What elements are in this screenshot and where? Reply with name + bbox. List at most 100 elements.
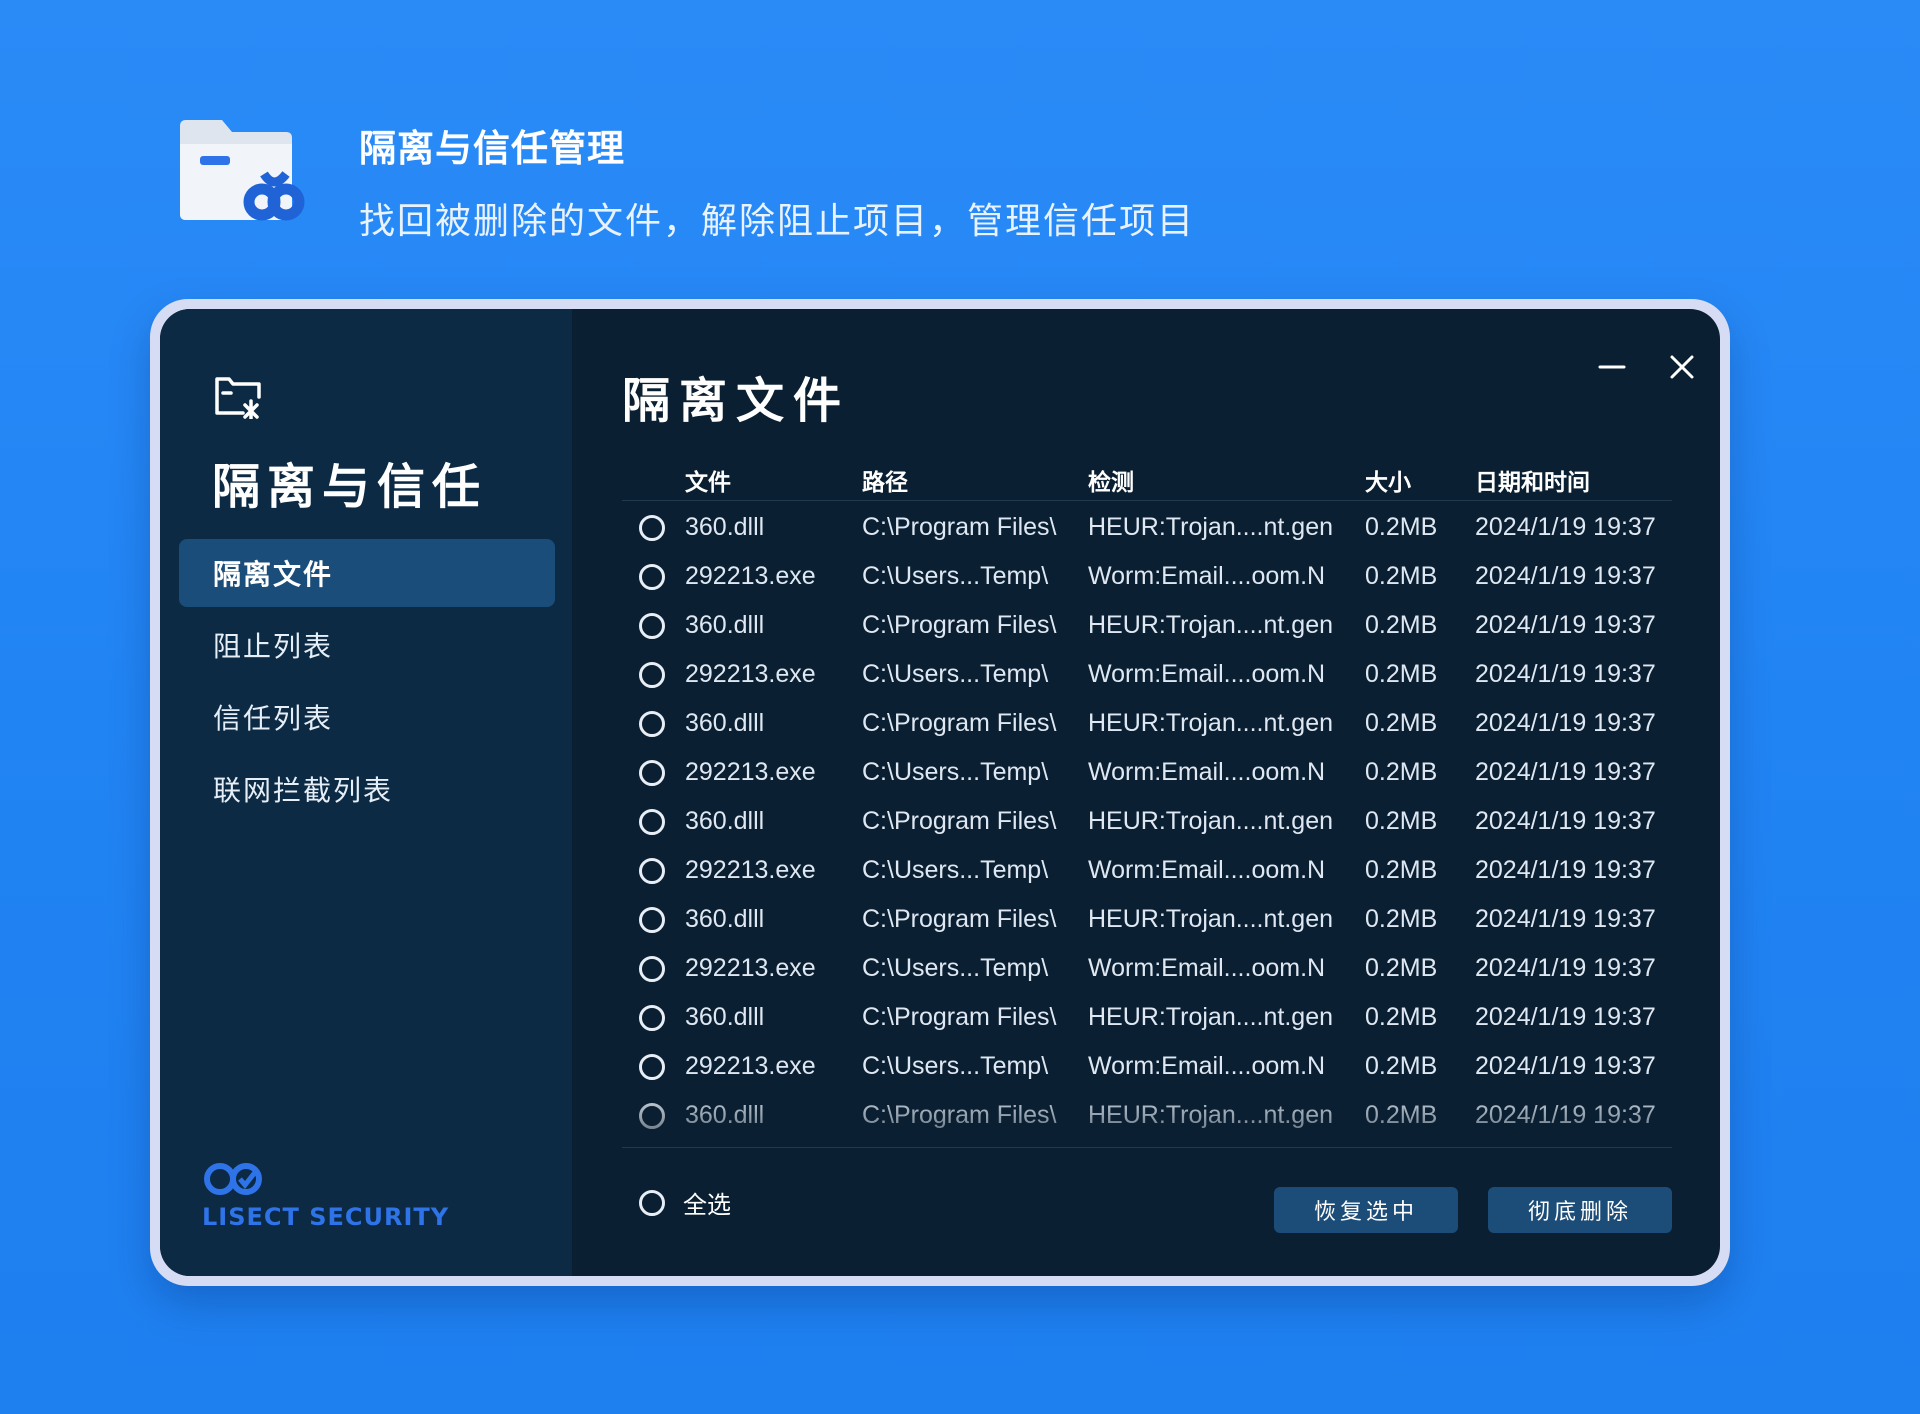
app-window-frame: 隔离与信任 隔离文件 阻止列表 信任列表 联网拦截列表 LISECT SECUR… [150, 299, 1730, 1286]
table-row[interactable]: 292213.exe C:\Users...Temp\ Worm:Email....… [622, 552, 1672, 601]
row-select-radio[interactable] [639, 514, 665, 541]
detection-datetime: 2024/1/19 19:37 [1475, 611, 1656, 639]
detection-name: HEUR:Trojan....nt.gen [1088, 1003, 1334, 1031]
row-select-radio[interactable] [639, 710, 665, 737]
sidebar-nav: 隔离文件 阻止列表 信任列表 联网拦截列表 [179, 539, 555, 826]
row-select-radio[interactable] [639, 857, 665, 884]
main-panel: 隔离文件 文件 路径 检测 大小 日期和时间 360.dlll C:\Progra… [572, 309, 1720, 1276]
column-header-detection: 检测 [1088, 468, 1134, 495]
detection-name: HEUR:Trojan....nt.gen [1088, 513, 1334, 541]
hero-title: 隔离与信任管理 [359, 128, 625, 169]
sidebar-item-network-block-list[interactable]: 联网拦截列表 [179, 754, 555, 823]
file-path: C:\Program Files\ [862, 611, 1057, 639]
table-row[interactable]: 360.dlll C:\Program Files\ HEUR:Trojan....… [622, 797, 1672, 846]
column-header-path: 路径 [862, 468, 908, 495]
sidebar-title: 隔离与信任 [212, 461, 488, 514]
file-path: C:\Program Files\ [862, 905, 1057, 933]
file-path: C:\Program Files\ [862, 1101, 1057, 1129]
close-icon[interactable] [1662, 347, 1702, 387]
table-row[interactable]: 292213.exe C:\Users...Temp\ Worm:Email....… [622, 748, 1672, 797]
table-row[interactable]: 360.dlll C:\Program Files\ HEUR:Trojan....… [622, 503, 1672, 552]
row-select-radio[interactable] [639, 1102, 665, 1129]
file-size: 0.2MB [1365, 1052, 1438, 1080]
file-path: C:\Users...Temp\ [862, 1052, 1049, 1080]
detection-name: HEUR:Trojan....nt.gen [1088, 905, 1334, 933]
page-title: 隔离文件 [622, 375, 851, 428]
file-name: 292213.exe [685, 562, 816, 590]
file-path: C:\Users...Temp\ [862, 856, 1049, 884]
select-all[interactable]: 全选 [639, 1185, 731, 1220]
detection-name: Worm:Email....oom.N [1088, 660, 1326, 688]
brand: LISECT SECURITY [202, 1159, 532, 1231]
file-name: 360.dlll [685, 513, 765, 541]
detection-datetime: 2024/1/19 19:37 [1475, 807, 1656, 835]
detection-name: HEUR:Trojan....nt.gen [1088, 807, 1334, 835]
file-name: 360.dlll [685, 1101, 765, 1129]
table-row[interactable]: 292213.exe C:\Users...Temp\ Worm:Email....… [622, 846, 1672, 895]
detection-datetime: 2024/1/19 19:37 [1475, 905, 1656, 933]
quarantine-table: 文件 路径 检测 大小 日期和时间 360.dlll C:\Program Fil… [622, 459, 1672, 1148]
file-name: 292213.exe [685, 660, 816, 688]
select-all-radio[interactable] [639, 1189, 665, 1216]
row-select-radio[interactable] [639, 661, 665, 688]
file-name: 292213.exe [685, 1052, 816, 1080]
column-header-datetime: 日期和时间 [1475, 468, 1590, 495]
hero-subtitle: 找回被删除的文件，解除阻止项目，管理信任项目 [359, 200, 1196, 241]
file-path: C:\Users...Temp\ [862, 562, 1049, 590]
table-body[interactable]: 360.dlll C:\Program Files\ HEUR:Trojan....… [622, 501, 1672, 1141]
row-select-radio[interactable] [639, 906, 665, 933]
table-row[interactable]: 292213.exe C:\Users...Temp\ Worm:Email....… [622, 650, 1672, 699]
detection-datetime: 2024/1/19 19:37 [1475, 954, 1656, 982]
file-name: 292213.exe [685, 856, 816, 884]
file-size: 0.2MB [1365, 562, 1438, 590]
table-row[interactable]: 360.dlll C:\Program Files\ HEUR:Trojan....… [622, 601, 1672, 650]
table-row[interactable]: 292213.exe C:\Users...Temp\ Worm:Email....… [622, 1042, 1672, 1091]
row-select-radio[interactable] [639, 612, 665, 639]
table-header: 文件 路径 检测 大小 日期和时间 [622, 459, 1672, 501]
table-row[interactable]: 360.dlll C:\Program Files\ HEUR:Trojan....… [622, 699, 1672, 748]
row-select-radio[interactable] [639, 759, 665, 786]
file-path: C:\Program Files\ [862, 807, 1057, 835]
detection-name: HEUR:Trojan....nt.gen [1088, 1101, 1334, 1129]
detection-datetime: 2024/1/19 19:37 [1475, 1003, 1656, 1031]
brand-name: LISECT SECURITY [202, 1203, 450, 1231]
sidebar-item-quarantine-files[interactable]: 隔离文件 [179, 539, 555, 607]
file-path: C:\Program Files\ [862, 513, 1057, 541]
row-select-radio[interactable] [639, 955, 665, 982]
detection-datetime: 2024/1/19 19:37 [1475, 513, 1656, 541]
row-select-radio[interactable] [639, 808, 665, 835]
file-size: 0.2MB [1365, 807, 1438, 835]
table-row[interactable]: 360.dlll C:\Program Files\ HEUR:Trojan....… [622, 895, 1672, 944]
detection-datetime: 2024/1/19 19:37 [1475, 660, 1656, 688]
quarantine-folder-icon [215, 377, 261, 419]
file-path: C:\Users...Temp\ [862, 954, 1049, 982]
detection-name: HEUR:Trojan....nt.gen [1088, 611, 1334, 639]
sidebar-item-trust-list[interactable]: 信任列表 [179, 682, 555, 751]
table-row[interactable]: 360.dlll C:\Program Files\ HEUR:Trojan....… [622, 1091, 1672, 1140]
lisect-logo-icon [204, 1163, 262, 1195]
detection-datetime: 2024/1/19 19:37 [1475, 758, 1656, 786]
sidebar-item-block-list[interactable]: 阻止列表 [179, 610, 555, 679]
file-name: 360.dlll [685, 905, 765, 933]
table-row[interactable]: 292213.exe C:\Users...Temp\ Worm:Email....… [622, 944, 1672, 993]
row-select-radio[interactable] [639, 1053, 665, 1080]
file-path: C:\Users...Temp\ [862, 758, 1049, 786]
detection-datetime: 2024/1/19 19:37 [1475, 856, 1656, 884]
file-path: C:\Program Files\ [862, 709, 1057, 737]
file-size: 0.2MB [1365, 709, 1438, 737]
row-select-radio[interactable] [639, 1004, 665, 1031]
file-size: 0.2MB [1365, 905, 1438, 933]
detection-datetime: 2024/1/19 19:37 [1475, 1101, 1656, 1129]
detection-name: HEUR:Trojan....nt.gen [1088, 709, 1334, 737]
row-select-radio[interactable] [639, 563, 665, 590]
restore-selected-button[interactable]: 恢复选中 [1274, 1187, 1458, 1233]
detection-datetime: 2024/1/19 19:37 [1475, 562, 1656, 590]
file-size: 0.2MB [1365, 954, 1438, 982]
file-name: 360.dlll [685, 611, 765, 639]
file-path: C:\Users...Temp\ [862, 660, 1049, 688]
column-header-file: 文件 [685, 468, 731, 495]
table-row[interactable]: 360.dlll C:\Program Files\ HEUR:Trojan....… [622, 993, 1672, 1042]
delete-permanently-button[interactable]: 彻底删除 [1488, 1187, 1672, 1233]
file-size: 0.2MB [1365, 758, 1438, 786]
minimize-icon[interactable] [1592, 347, 1632, 387]
